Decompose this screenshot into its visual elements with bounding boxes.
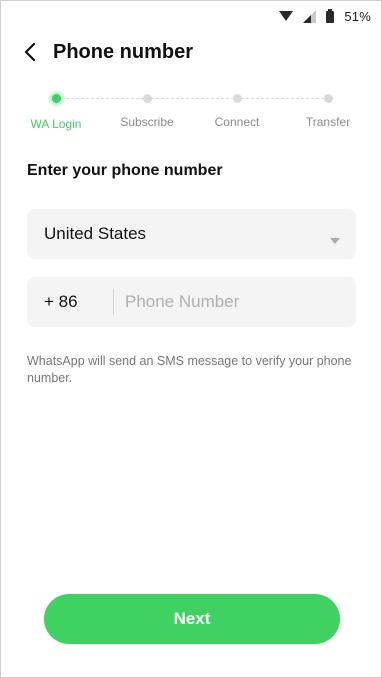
back-arrow-icon — [24, 42, 36, 66]
step-label: Connect — [214, 115, 260, 129]
dropdown-caret-icon — [330, 231, 340, 249]
phone-number-input[interactable] — [114, 277, 356, 327]
step-subscribe: Subscribe — [102, 89, 192, 129]
step-label: Subscribe — [120, 115, 174, 129]
step-connect: Connect — [192, 89, 282, 129]
phone-screen: 51% Phone number WA Login Subscribe Conn… — [0, 0, 382, 678]
step-indicator — [142, 94, 152, 103]
cellular-signal-icon — [303, 9, 317, 23]
wifi-icon — [279, 10, 294, 22]
app-header: Phone number — [1, 39, 381, 69]
country-value: United States — [44, 224, 147, 243]
step-indicator — [232, 94, 242, 103]
page-title: Phone number — [53, 41, 194, 63]
back-button[interactable] — [19, 42, 41, 66]
step-indicator-active — [49, 92, 63, 105]
progress-stepper: WA Login Subscribe Connect Transfer — [1, 89, 381, 131]
next-button[interactable]: Next — [44, 594, 340, 644]
step-wa-login: WA Login — [11, 89, 101, 131]
step-label: Transfer — [305, 115, 351, 129]
section-heading: Enter your phone number — [27, 162, 223, 179]
country-code[interactable]: + 86 — [27, 292, 113, 312]
phone-field: + 86 — [27, 277, 356, 327]
status-bar: 51% — [279, 7, 371, 25]
helper-text: WhatsApp will send an SMS message to ver… — [27, 354, 352, 385]
battery-icon — [326, 9, 335, 23]
step-indicator — [323, 94, 333, 103]
step-transfer: Transfer — [283, 89, 373, 129]
battery-percentage: 51% — [344, 8, 371, 24]
step-label: WA Login — [30, 117, 82, 131]
country-select[interactable]: United States — [27, 209, 356, 259]
